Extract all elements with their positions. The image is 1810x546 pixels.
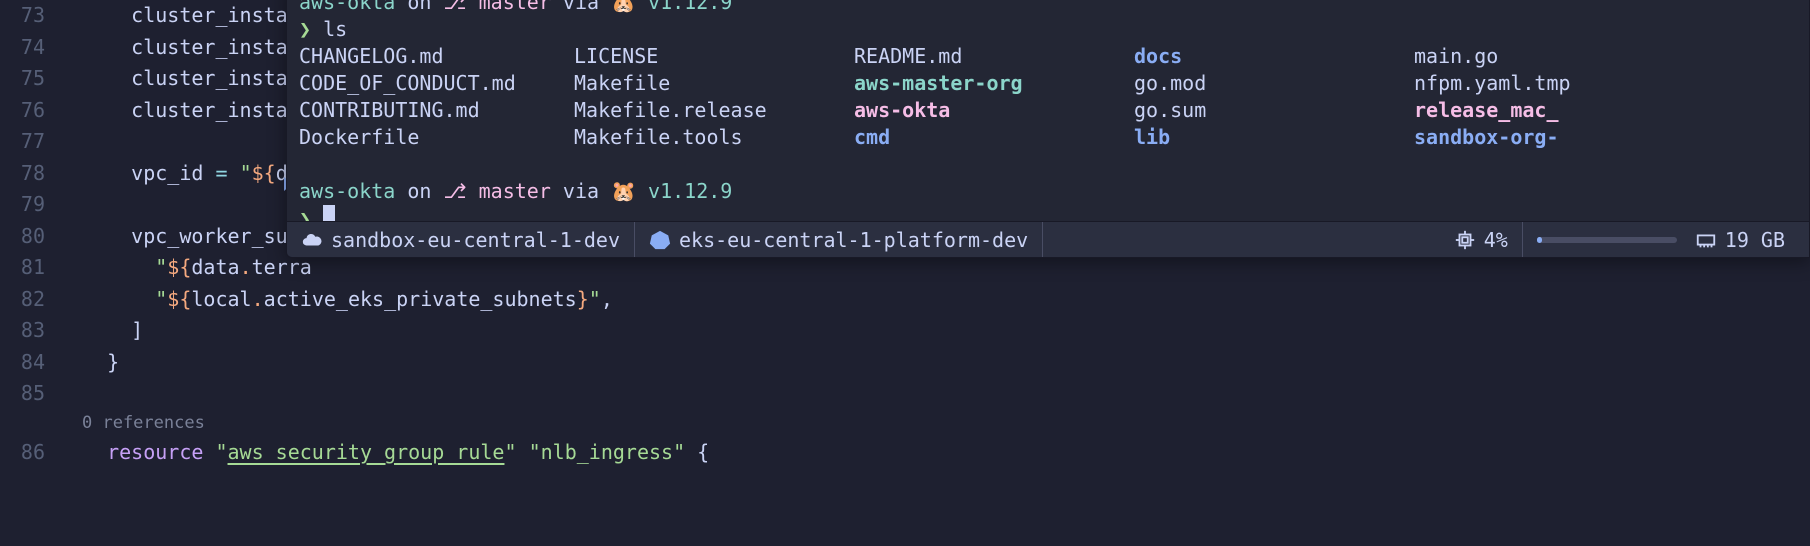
line-number: 79 (0, 189, 55, 221)
cpu-icon (1454, 229, 1476, 251)
line-number: 84 (0, 347, 55, 379)
code-text: cluster_instanc (83, 63, 312, 95)
ls-output: CHANGELOG.mdLICENSEREADME.mddocsmain.go … (299, 43, 1797, 151)
line-number: 77 (0, 126, 55, 158)
code-text: "${data.terra (83, 252, 312, 284)
code-text: vpc_worker_subn (83, 221, 312, 253)
line-number: 85 (0, 378, 55, 410)
cpu-progress (1523, 222, 1681, 257)
line-number: 86 (0, 437, 55, 469)
code-text: ] (83, 315, 143, 347)
line-number: 74 (0, 32, 55, 64)
terminal-status-bar: sandbox-eu-central-1-dev eks-eu-central-… (287, 221, 1809, 257)
go-gopher-icon: 🐹 (611, 0, 636, 14)
kubernetes-icon (649, 229, 671, 251)
code-text: cluster_instanc (83, 0, 312, 32)
cloud-icon (301, 229, 323, 251)
codelens-references[interactable]: 0 references (0, 410, 1810, 437)
terminal-panel[interactable]: aws-okta on ⎇ master via 🐹 v1.12.9 ❯ ls … (286, 0, 1810, 258)
k8s-context[interactable]: eks-eu-central-1-platform-dev (635, 222, 1043, 257)
line-number: 73 (0, 0, 55, 32)
command-line: ❯ ls (299, 16, 1797, 43)
line-number: 76 (0, 95, 55, 127)
line-number: 81 (0, 252, 55, 284)
progress-bar (1537, 237, 1677, 243)
ram-usage: 19 GB (1681, 222, 1799, 257)
line-number: 75 (0, 63, 55, 95)
line-number: 82 (0, 284, 55, 316)
go-gopher-icon: 🐹 (611, 179, 636, 203)
code-text: vpc_id = "${dat (83, 158, 312, 190)
prompt-line: aws-okta on ⎇ master via 🐹 v1.12.9 (299, 178, 1797, 205)
cpu-usage: 4% (1440, 222, 1523, 257)
cloud-context[interactable]: sandbox-eu-central-1-dev (297, 222, 635, 257)
code-text: } (83, 347, 119, 379)
line-number: 83 (0, 315, 55, 347)
line-number: 78 (0, 158, 55, 190)
code-text: cluster_instanc (83, 32, 312, 64)
code-text: "${local.active_eks_private_subnets}", (83, 284, 613, 316)
code-text: resource "aws_security_group_rule" "nlb_… (83, 437, 709, 469)
ram-icon (1695, 229, 1717, 251)
prompt-line: aws-okta on ⎇ master via 🐹 v1.12.9 (299, 0, 1797, 16)
line-number: 80 (0, 221, 55, 253)
code-text: cluster_instanc (83, 95, 312, 127)
